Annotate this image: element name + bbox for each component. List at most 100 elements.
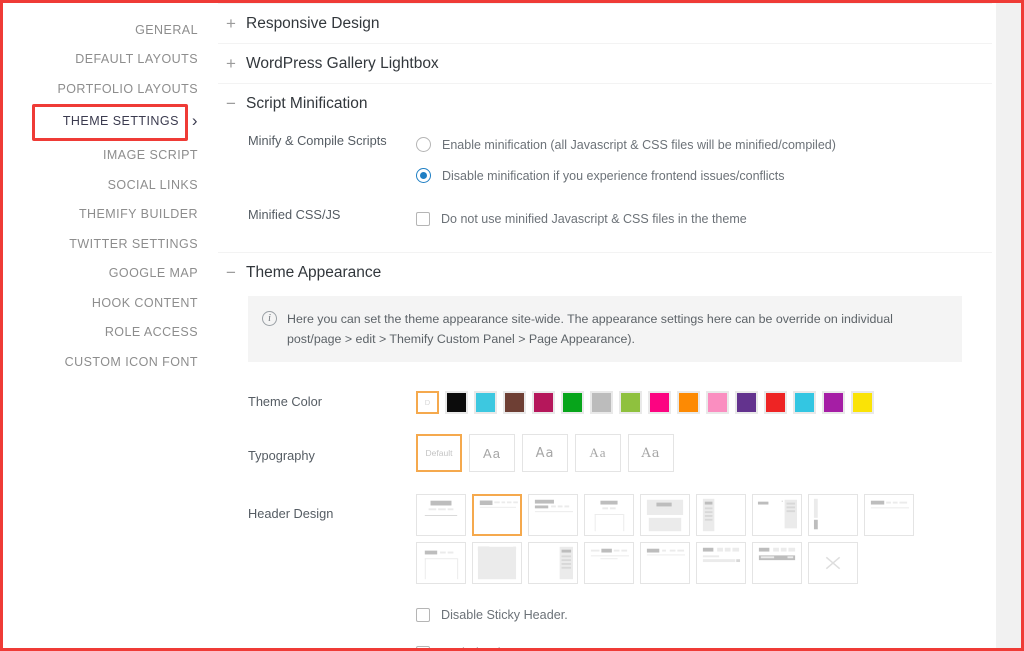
theme-color-swatch-gray[interactable] <box>590 391 613 414</box>
sidebar-item-hook-content[interactable]: HOOK CONTENT <box>3 288 212 318</box>
sidebar-item-label: DEFAULT LAYOUTS <box>75 52 198 67</box>
section-title: WordPress Gallery Lightbox <box>246 54 439 72</box>
theme-color-swatch-crimson[interactable] <box>532 391 555 414</box>
section-header-script-minification[interactable]: − Script Minification <box>218 84 992 123</box>
swatch-fill <box>795 393 814 412</box>
header-design-wireframe <box>758 547 796 561</box>
swatch-fill <box>737 393 756 412</box>
typography-option-font-1[interactable]: Aa <box>469 434 515 472</box>
checkbox-square-icon[interactable] <box>416 646 430 648</box>
typography-option-font-3[interactable]: Aa <box>575 434 621 472</box>
checkbox-square-icon[interactable] <box>416 608 430 622</box>
sidebar-item-label: PORTFOLIO LAYOUTS <box>57 81 198 96</box>
field-header-design: Header Design <box>218 478 992 590</box>
section-title: Theme Appearance <box>246 263 382 281</box>
collapse-minus-icon[interactable]: − <box>218 263 246 283</box>
swatch-fill <box>592 393 611 412</box>
theme-color-swatch-default[interactable]: D <box>416 391 439 414</box>
header-design-thumb-1[interactable] <box>416 494 466 536</box>
section-script-minification: − Script Minification Minify & Compile S… <box>218 83 992 252</box>
header-design-thumb-16[interactable] <box>752 542 802 584</box>
sidebar-item-general[interactable]: GENERAL <box>3 15 212 45</box>
header-design-wireframe <box>646 499 684 532</box>
sidebar-item-google-map-wrap: GOOGLE MAP <box>3 259 212 289</box>
radio-enable-minification[interactable]: Enable minification (all Javascript & CS… <box>416 129 992 160</box>
theme-color-swatch-yellow[interactable] <box>851 391 874 414</box>
sidebar-item-image-script[interactable]: IMAGE SCRIPT <box>3 141 212 171</box>
typography-option-font-2[interactable]: Aa <box>522 434 568 472</box>
swatch-fill <box>476 393 495 412</box>
sidebar-item-social-links[interactable]: SOCIAL LINKS <box>3 170 212 200</box>
notice-text: Here you can set the theme appearance si… <box>287 312 893 346</box>
header-design-thumb-14[interactable] <box>640 542 690 584</box>
collapse-minus-icon[interactable]: − <box>218 94 246 114</box>
theme-color-swatch-violet[interactable] <box>822 391 845 414</box>
radio-circle-selected-icon[interactable] <box>416 168 431 183</box>
expand-plus-icon[interactable]: + <box>218 54 246 74</box>
expand-plus-icon[interactable]: + <box>218 14 246 34</box>
header-design-wireframe <box>870 500 909 509</box>
radio-disable-minification[interactable]: Disable minification if you experience f… <box>416 160 992 191</box>
header-design-thumb-2[interactable] <box>472 494 522 536</box>
header-design-thumb-6[interactable] <box>696 494 746 536</box>
right-gutter <box>996 3 1021 648</box>
swatch-fill <box>679 393 698 412</box>
sidebar-item-portfolio-layouts[interactable]: PORTFOLIO LAYOUTS <box>3 74 212 104</box>
header-design-thumb-8[interactable] <box>808 494 858 536</box>
section-header-theme-appearance[interactable]: − Theme Appearance <box>218 253 992 292</box>
sidebar-item-portfolio-layouts-wrap: PORTFOLIO LAYOUTS <box>3 74 212 104</box>
section-header-gallery-lightbox[interactable]: + WordPress Gallery Lightbox <box>218 44 992 83</box>
header-design-wireframe <box>479 500 518 508</box>
theme-color-swatch-lime[interactable] <box>619 391 642 414</box>
header-design-wireframe <box>559 546 573 580</box>
theme-color-swatch-orange[interactable] <box>677 391 700 414</box>
typography-option-default[interactable]: Default <box>416 434 462 472</box>
sidebar-item-themify-builder[interactable]: THEMIFY BUILDER <box>3 200 212 230</box>
sidebar-item-theme-settings[interactable]: THEME SETTINGS › <box>3 107 212 137</box>
theme-color-swatch-red[interactable] <box>764 391 787 414</box>
checkbox-exclude-site-logo[interactable]: Exclude Site Logo <box>218 640 992 648</box>
checkbox-do-not-use-minified[interactable]: Do not use minified Javascript & CSS fil… <box>416 203 992 234</box>
header-design-wireframe <box>594 500 625 532</box>
swatch-fill <box>447 393 466 412</box>
header-design-thumb-10[interactable] <box>416 542 466 584</box>
theme-color-swatch-cyan[interactable] <box>474 391 497 414</box>
theme-color-swatch-pink[interactable] <box>706 391 729 414</box>
section-theme-appearance: − Theme Appearance i Here you can set th… <box>218 252 992 648</box>
header-design-thumb-12[interactable] <box>528 542 578 584</box>
theme-color-swatch-magenta[interactable] <box>648 391 671 414</box>
section-header-responsive-design[interactable]: + Responsive Design <box>218 4 992 43</box>
typography-option-font-4[interactable]: Aa <box>628 434 674 472</box>
header-design-thumb-13[interactable] <box>584 542 634 584</box>
checkbox-square-icon[interactable] <box>416 211 430 226</box>
radio-circle-icon[interactable] <box>416 137 431 152</box>
sidebar-item-role-access[interactable]: ROLE ACCESS <box>3 318 212 348</box>
header-design-thumb-7[interactable] <box>752 494 802 536</box>
swatch-fill <box>534 393 553 412</box>
sidebar-item-google-map[interactable]: GOOGLE MAP <box>3 259 212 289</box>
settings-sidebar: GENERAL DEFAULT LAYOUTS PORTFOLIO LAYOUT… <box>3 3 212 648</box>
theme-color-swatch-sky[interactable] <box>793 391 816 414</box>
header-design-thumb-9[interactable] <box>864 494 914 536</box>
theme-color-swatch-green[interactable] <box>561 391 584 414</box>
theme-color-swatch-purple[interactable] <box>735 391 758 414</box>
header-design-thumb-17[interactable] <box>808 542 858 584</box>
header-design-thumb-4[interactable] <box>584 494 634 536</box>
header-design-wireframe <box>702 498 715 532</box>
header-design-thumb-11[interactable] <box>472 542 522 584</box>
swatch-fill <box>650 393 669 412</box>
sidebar-item-hook-content-wrap: HOOK CONTENT <box>3 288 212 318</box>
header-design-thumb-5[interactable] <box>640 494 690 536</box>
sidebar-item-default-layouts[interactable]: DEFAULT LAYOUTS <box>3 45 212 75</box>
theme-color-swatch-black[interactable] <box>445 391 468 414</box>
sidebar-item-label: GOOGLE MAP <box>108 266 198 281</box>
sidebar-item-twitter-settings[interactable]: TWITTER SETTINGS <box>3 229 212 259</box>
checkbox-disable-sticky-header[interactable]: Disable Sticky Header. <box>218 602 992 628</box>
header-design-thumb-15[interactable] <box>696 542 746 584</box>
theme-color-swatch-brown[interactable] <box>503 391 526 414</box>
header-design-thumb-3[interactable] <box>528 494 578 536</box>
checkbox-label: Exclude Site Logo <box>441 646 543 648</box>
sidebar-item-custom-icon-font[interactable]: CUSTOM ICON FONT <box>3 347 212 377</box>
field-control: D <box>416 390 992 414</box>
